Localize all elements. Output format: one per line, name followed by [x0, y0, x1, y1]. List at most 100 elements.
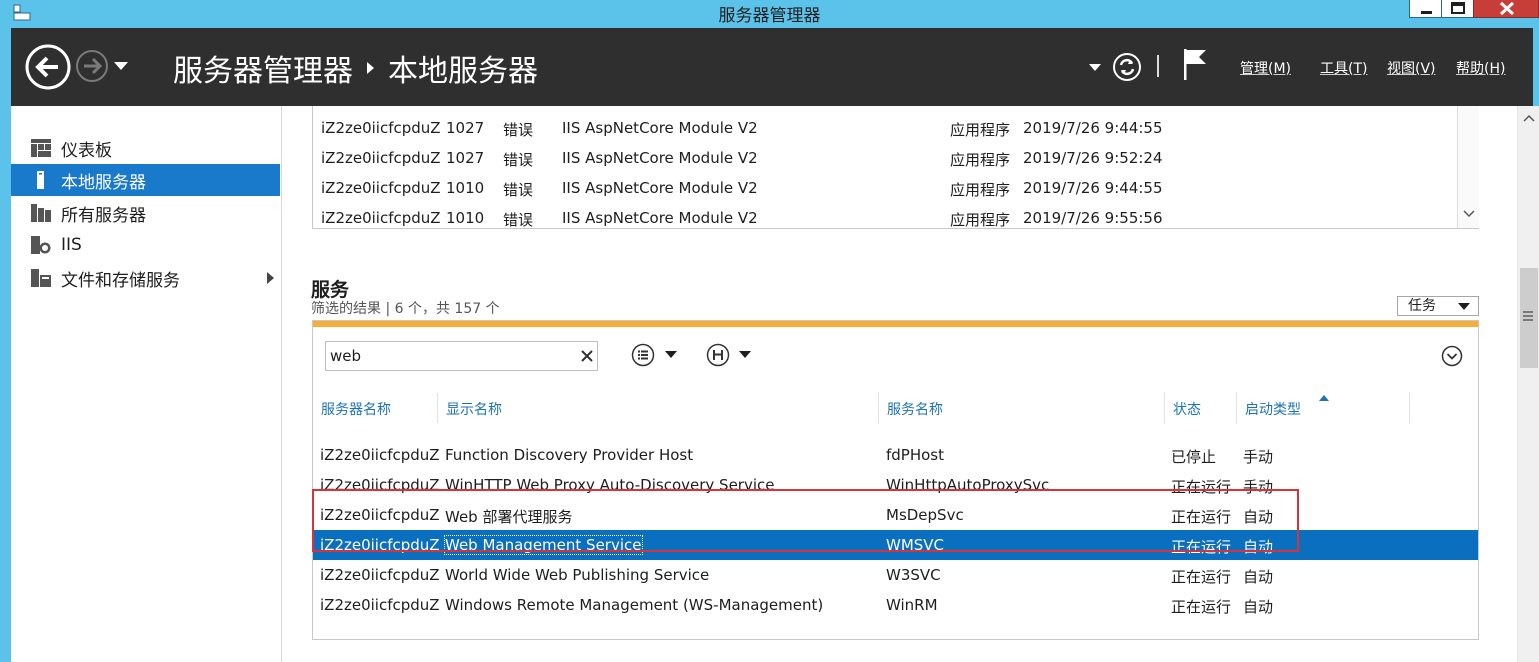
column-divider[interactable] — [1236, 393, 1237, 423]
filter-input[interactable] — [330, 346, 570, 366]
menu-manage[interactable]: 管理(M) — [1240, 58, 1291, 78]
tasks-dropdown[interactable]: 任务 — [1397, 296, 1479, 316]
cell-status: 已停止 — [1171, 448, 1217, 466]
menu-help[interactable]: 帮助(H) — [1456, 58, 1505, 78]
sidebar-item-local-server[interactable]: 本地服务器 — [11, 164, 280, 196]
cell-startup-type: 自动 — [1243, 598, 1274, 616]
event-log: 应用程序 — [950, 211, 1011, 229]
tasks-label: 任务 — [1408, 298, 1436, 314]
table-row[interactable]: iZ2ze0iicfcpduZ World Wide Web Publishin… — [313, 560, 1478, 590]
cell-startup-type: 自动 — [1243, 538, 1274, 556]
event-log: 应用程序 — [950, 121, 1011, 139]
query-list-caret-icon[interactable] — [665, 351, 677, 358]
event-server: iZ2ze0iicfcpduZ — [321, 179, 441, 197]
event-log: 应用程序 — [950, 181, 1011, 199]
iis-icon — [31, 236, 51, 254]
cell-display-name: Windows Remote Management (WS-Management… — [445, 596, 824, 614]
table-row-selected[interactable]: iZ2ze0iicfcpduZ Web Management Service W… — [313, 530, 1478, 560]
scroll-down-icon[interactable] — [1463, 210, 1475, 218]
cell-service-name: MsDepSvc — [886, 506, 964, 524]
event-time: 2019/7/26 9:55:56 — [1023, 209, 1163, 227]
forward-arrow-icon[interactable] — [75, 49, 109, 83]
window-title: 服务器管理器 — [718, 6, 821, 26]
sidebar-item-file-storage[interactable]: 文件和存储服务 — [11, 262, 280, 294]
cell-status: 正在运行 — [1171, 598, 1232, 616]
breadcrumb-separator-icon — [367, 62, 374, 74]
table-row[interactable]: iZ2ze0iicfcpduZ Web 部署代理服务 MsDepSvc 正在运行… — [313, 500, 1478, 530]
event-severity: 错误 — [503, 211, 534, 229]
event-time: 2019/7/26 9:44:55 — [1023, 179, 1163, 197]
events-scrollbar[interactable] — [1457, 106, 1479, 228]
title-bar: 服务器管理器 — [0, 0, 1539, 28]
cell-service-name: WinRM — [886, 596, 938, 614]
cell-server: iZ2ze0iicfcpduZ — [320, 566, 440, 584]
close-window-button[interactable] — [1473, 0, 1539, 18]
services-panel: 服务器名称 显示名称 服务名称 状态 启动类型 iZ2ze0iicfcpduZ … — [312, 320, 1479, 640]
cell-server: iZ2ze0iicfcpduZ — [320, 446, 440, 464]
cell-service-name: fdPHost — [886, 446, 945, 464]
cell-server: iZ2ze0iicfcpduZ — [320, 476, 440, 494]
maximize-button[interactable] — [1441, 0, 1474, 18]
file-storage-icon — [31, 269, 51, 287]
header-dropdown-icon[interactable] — [1089, 64, 1101, 72]
cell-status: 正在运行 — [1171, 568, 1232, 586]
breadcrumb-root[interactable]: 服务器管理器 — [173, 46, 353, 90]
event-source: IIS AspNetCore Module V2 — [562, 149, 758, 167]
column-divider[interactable] — [878, 393, 879, 423]
expand-collapse-icon[interactable] — [1441, 345, 1463, 367]
cell-service-name: W3SVC — [886, 566, 941, 584]
event-id: 1027 — [446, 149, 485, 167]
maximize-icon — [1451, 2, 1465, 14]
cell-display-name: WinHTTP Web Proxy Auto-Discovery Service — [445, 476, 775, 494]
table-row[interactable]: iZ2ze0iicfcpduZ Windows Remote Managemen… — [313, 590, 1478, 620]
minimize-icon — [1421, 11, 1432, 14]
table-row[interactable]: iZ2ze0iicfcpduZ WinHTTP Web Proxy Auto-D… — [313, 470, 1478, 500]
refresh-icon[interactable] — [1112, 52, 1142, 82]
event-id: 1010 — [446, 209, 485, 227]
event-severity: 错误 — [503, 121, 534, 139]
local-server-icon — [37, 171, 44, 189]
sidebar-item-all-servers[interactable]: 所有服务器 — [11, 197, 280, 229]
minimize-button[interactable] — [1409, 0, 1442, 18]
menu-tools[interactable]: 工具(T) — [1320, 58, 1367, 78]
table-row[interactable]: iZ2ze0iicfcpduZ Function Discovery Provi… — [313, 440, 1478, 470]
save-query-caret-icon[interactable] — [739, 351, 751, 358]
scroll-up-icon[interactable] — [1523, 114, 1535, 122]
query-list-icon[interactable] — [631, 343, 655, 367]
history-dropdown-icon[interactable] — [114, 62, 128, 70]
cell-status: 正在运行 — [1171, 478, 1232, 496]
column-header-status[interactable]: 状态 — [1173, 399, 1201, 419]
clear-filter-icon[interactable] — [578, 347, 596, 365]
column-divider[interactable] — [437, 393, 438, 423]
event-source: IIS AspNetCore Module V2 — [562, 209, 758, 227]
sidebar-item-label: 所有服务器 — [61, 205, 146, 226]
cell-display-name: World Wide Web Publishing Service — [445, 566, 710, 584]
column-divider[interactable] — [1164, 393, 1165, 423]
back-arrow-icon[interactable] — [25, 44, 71, 90]
header-separator — [1157, 55, 1159, 77]
sidebar-item-iis[interactable]: IIS — [11, 229, 280, 261]
expand-chevron-icon[interactable] — [267, 272, 274, 284]
page-scrollbar[interactable] — [1517, 106, 1539, 662]
sidebar-item-dashboard[interactable]: 仪表板 — [11, 132, 280, 164]
save-query-icon[interactable] — [706, 343, 730, 367]
column-header-display-name[interactable]: 显示名称 — [446, 399, 502, 419]
all-servers-icon — [31, 204, 51, 222]
column-header-service-name[interactable]: 服务名称 — [887, 399, 943, 419]
menu-view[interactable]: 视图(V) — [1387, 58, 1436, 78]
filter-box[interactable] — [325, 341, 598, 371]
panel-accent-bar — [313, 321, 1478, 327]
cell-status: 正在运行 — [1171, 508, 1232, 526]
sidebar-item-label: IIS — [61, 235, 82, 255]
column-header-startup-type[interactable]: 启动类型 — [1245, 399, 1301, 419]
notifications-flag-icon[interactable] — [1181, 47, 1209, 81]
sidebar-item-label: 本地服务器 — [61, 172, 146, 193]
cell-startup-type: 自动 — [1243, 508, 1274, 526]
column-header-server[interactable]: 服务器名称 — [321, 399, 391, 419]
column-divider[interactable] — [1409, 393, 1410, 423]
breadcrumb-current: 本地服务器 — [388, 54, 538, 89]
cell-startup-type: 自动 — [1243, 568, 1274, 586]
cell-startup-type: 手动 — [1243, 478, 1274, 496]
cell-server: iZ2ze0iicfcpduZ — [320, 506, 440, 524]
main-content: iZ2ze0iicfcpduZ 1027 错误 IIS AspNetCore M… — [282, 106, 1517, 662]
